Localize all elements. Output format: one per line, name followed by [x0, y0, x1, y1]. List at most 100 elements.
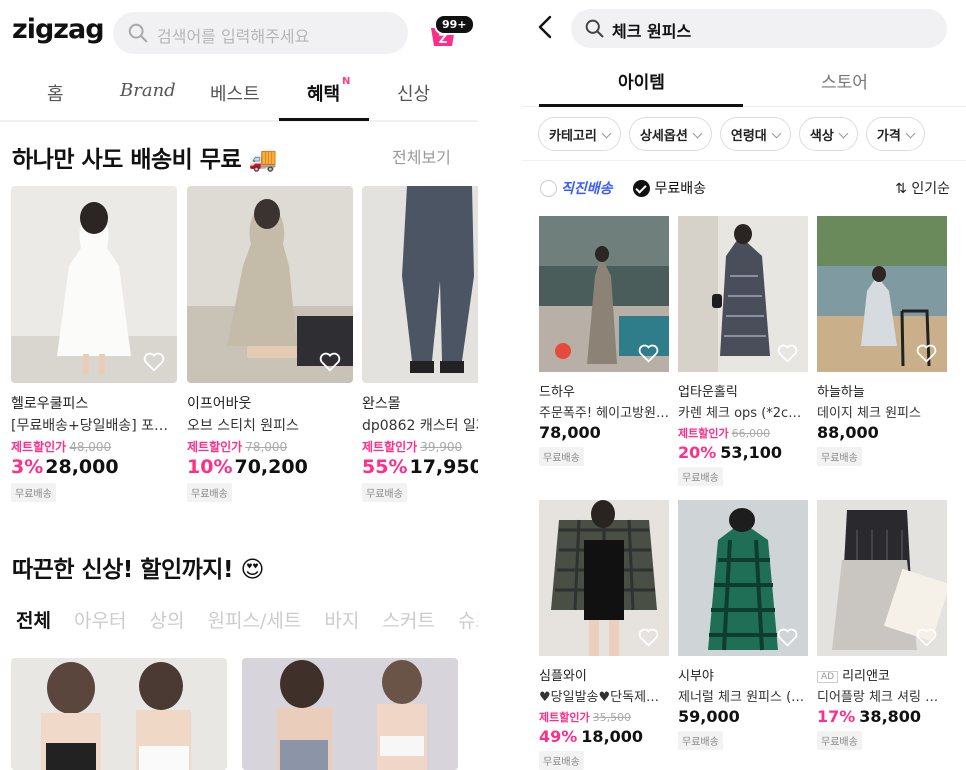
product-card[interactable]: AD 리리앤코 디어플랑 체크 셔링 뷔… 17% 38,800 무료배송 — [817, 500, 947, 750]
search-input[interactable]: 체크 원피스 — [571, 9, 947, 48]
product-name: ♥당일발송♥단독제… — [539, 690, 660, 705]
shop-name: 시부야 — [678, 669, 714, 684]
search-icon — [128, 23, 148, 43]
chip-label: 색상 — [809, 129, 834, 144]
zet-discount-label: 제트할인가 — [187, 440, 243, 454]
zet-discount-label: 제트할인가 — [11, 440, 67, 454]
chip-label: 카테고리 — [549, 129, 597, 144]
nav-tab-brand[interactable]: Brand — [120, 80, 176, 101]
price: 17,950 — [409, 456, 478, 478]
product-card[interactable]: 업타운홀릭 카렌 체크 ops (*2color) 제트할인가 66,000 20… — [678, 216, 808, 486]
product-image[interactable] — [817, 500, 947, 656]
main-nav: 홈 Brand 베스트 혜택 N 신상 — [0, 66, 478, 122]
free-shipping-label[interactable]: 무료배송 — [654, 181, 706, 197]
product-image[interactable] — [11, 658, 227, 770]
filter-chips: 카테고리 상세옵션 연령대 색상 가격 — [538, 117, 928, 151]
heart-icon[interactable] — [143, 351, 165, 373]
direct-delivery-radio[interactable] — [540, 179, 557, 197]
tab-stores[interactable]: 스토어 — [821, 68, 868, 93]
shop-name: 드하우 — [539, 385, 575, 400]
cart-badge: 99+ — [434, 14, 475, 35]
heart-icon[interactable] — [916, 343, 937, 364]
heart-icon[interactable] — [777, 627, 798, 648]
nav-tab-home[interactable]: 홈 — [47, 80, 64, 106]
product-name: 오브 스티치 원피스 — [187, 418, 299, 434]
product-image[interactable] — [817, 216, 947, 372]
product-image[interactable] — [362, 186, 478, 383]
product-card[interactable]: 헬로우쿨피스 [무료배송+당일배송] 포… 제트할인가 48,000 3% 28,0… — [11, 186, 177, 502]
product-name: 디어플랑 체크 셔링 뷔… — [817, 690, 947, 705]
chip-label: 상세옵션 — [639, 129, 688, 144]
shop-name: 하늘하늘 — [817, 385, 865, 400]
chevron-down-icon — [601, 128, 612, 139]
discount-percent: 20% — [678, 443, 717, 462]
zigzag-logo[interactable]: zigzag — [12, 14, 105, 45]
tab-items[interactable]: 아이템 — [618, 68, 665, 93]
category-tab-outer[interactable]: 아우터 — [74, 610, 126, 632]
price: 53,100 — [720, 443, 783, 462]
chip-category[interactable]: 카테고리 — [538, 117, 621, 151]
original-price: 39,900 — [420, 440, 463, 454]
nav-tab-new[interactable]: 신상 — [397, 80, 430, 106]
product-card[interactable]: 심플와이 ♥당일발송♥단독제… 제트할인가 35,500 49% 18,000 무료… — [539, 500, 669, 770]
product-image[interactable] — [539, 500, 669, 656]
price: 18,000 — [581, 727, 644, 746]
product-image[interactable] — [11, 186, 177, 383]
category-tab-top[interactable]: 상의 — [150, 610, 185, 632]
product-name: 데이지 체크 원피스 — [817, 406, 921, 421]
heart-icon[interactable] — [319, 351, 341, 373]
direct-delivery-label[interactable]: 직진배송 — [561, 181, 613, 197]
product-card[interactable]: 드하우 주문폭주! 헤이고방원… 78,000 무료배송 — [539, 216, 669, 466]
back-arrow-icon[interactable] — [536, 14, 556, 40]
heart-icon[interactable] — [638, 627, 659, 648]
active-tab-indicator — [539, 104, 743, 107]
heart-icon[interactable] — [638, 343, 659, 364]
free-shipping-badge: 무료배송 — [539, 447, 584, 466]
nav-tab-benefit[interactable]: 혜택 — [307, 80, 340, 106]
new-badge: N — [342, 76, 351, 87]
discount-percent: 3% — [11, 456, 44, 478]
product-image[interactable] — [242, 658, 458, 770]
heart-icon[interactable] — [777, 343, 798, 364]
chip-price[interactable]: 가격 — [865, 117, 925, 151]
free-shipping-badge: 무료배송 — [11, 483, 56, 502]
category-tab-dress-set[interactable]: 원피스/세트 — [208, 610, 302, 632]
product-image[interactable] — [678, 500, 808, 656]
product-image[interactable] — [678, 216, 808, 372]
original-price: 78,000 — [245, 440, 288, 454]
price: 70,200 — [234, 456, 308, 478]
category-tab-skirt[interactable]: 스커트 — [382, 610, 434, 632]
category-tab-all[interactable]: 전체 — [16, 610, 51, 632]
product-image[interactable] — [187, 186, 353, 383]
chevron-down-icon — [771, 128, 782, 139]
filter-toggles: 직진배송 무료배송 ⇅ 인기순 — [540, 178, 950, 200]
product-card[interactable]: 시부야 제너럴 체크 원피스 (4… 59,000 무료배송 — [678, 500, 808, 750]
chip-color[interactable]: 색상 — [798, 117, 858, 151]
free-shipping-badge: 무료배송 — [187, 483, 232, 502]
view-all-link[interactable]: 전체보기 — [392, 144, 451, 168]
chip-detail-options[interactable]: 상세옵션 — [628, 117, 712, 151]
chip-age[interactable]: 연령대 — [719, 117, 791, 151]
nav-tab-best[interactable]: 베스트 — [210, 80, 260, 106]
heart-icon[interactable] — [916, 627, 937, 648]
search-input[interactable]: 검색어를 입력해주세요 — [113, 12, 408, 54]
chevron-down-icon — [905, 128, 916, 139]
left-screen: zigzag 검색어를 입력해주세요 Z 99+ 홈 Brand 베스트 혜택 … — [0, 0, 478, 770]
original-price: 66,000 — [731, 427, 771, 440]
free-shipping-checkbox[interactable] — [633, 179, 651, 197]
cart-button[interactable]: Z 99+ — [428, 14, 475, 48]
product-card[interactable]: 완스몰 dp0862 캐스터 일자 제트할인가 39,900 55% 17,950 … — [362, 186, 478, 502]
category-tab-shoes[interactable]: 슈즈 — [458, 610, 478, 632]
product-name: [무료배송+당일배송] 포… — [11, 418, 169, 434]
category-tab-pants[interactable]: 바지 — [324, 610, 359, 632]
free-shipping-badge: 무료배송 — [678, 467, 723, 486]
product-name: dp0862 캐스터 일자 — [362, 418, 478, 434]
right-screen: 체크 원피스 아이템 스토어 카테고리 상세옵션 연령대 색상 가격 직진배송 … — [522, 0, 966, 770]
product-card[interactable]: 이프어바웃 오브 스티치 원피스 제트할인가 78,000 10% 70,200 무… — [187, 186, 353, 502]
free-shipping-badge: 무료배송 — [362, 483, 407, 502]
product-card[interactable]: 하늘하늘 데이지 체크 원피스 88,000 무료배송 — [817, 216, 947, 466]
sort-button[interactable]: ⇅ 인기순 — [895, 178, 950, 198]
price: 59,000 — [678, 707, 740, 726]
product-image[interactable] — [539, 216, 669, 372]
discount-percent: 55% — [362, 456, 408, 478]
